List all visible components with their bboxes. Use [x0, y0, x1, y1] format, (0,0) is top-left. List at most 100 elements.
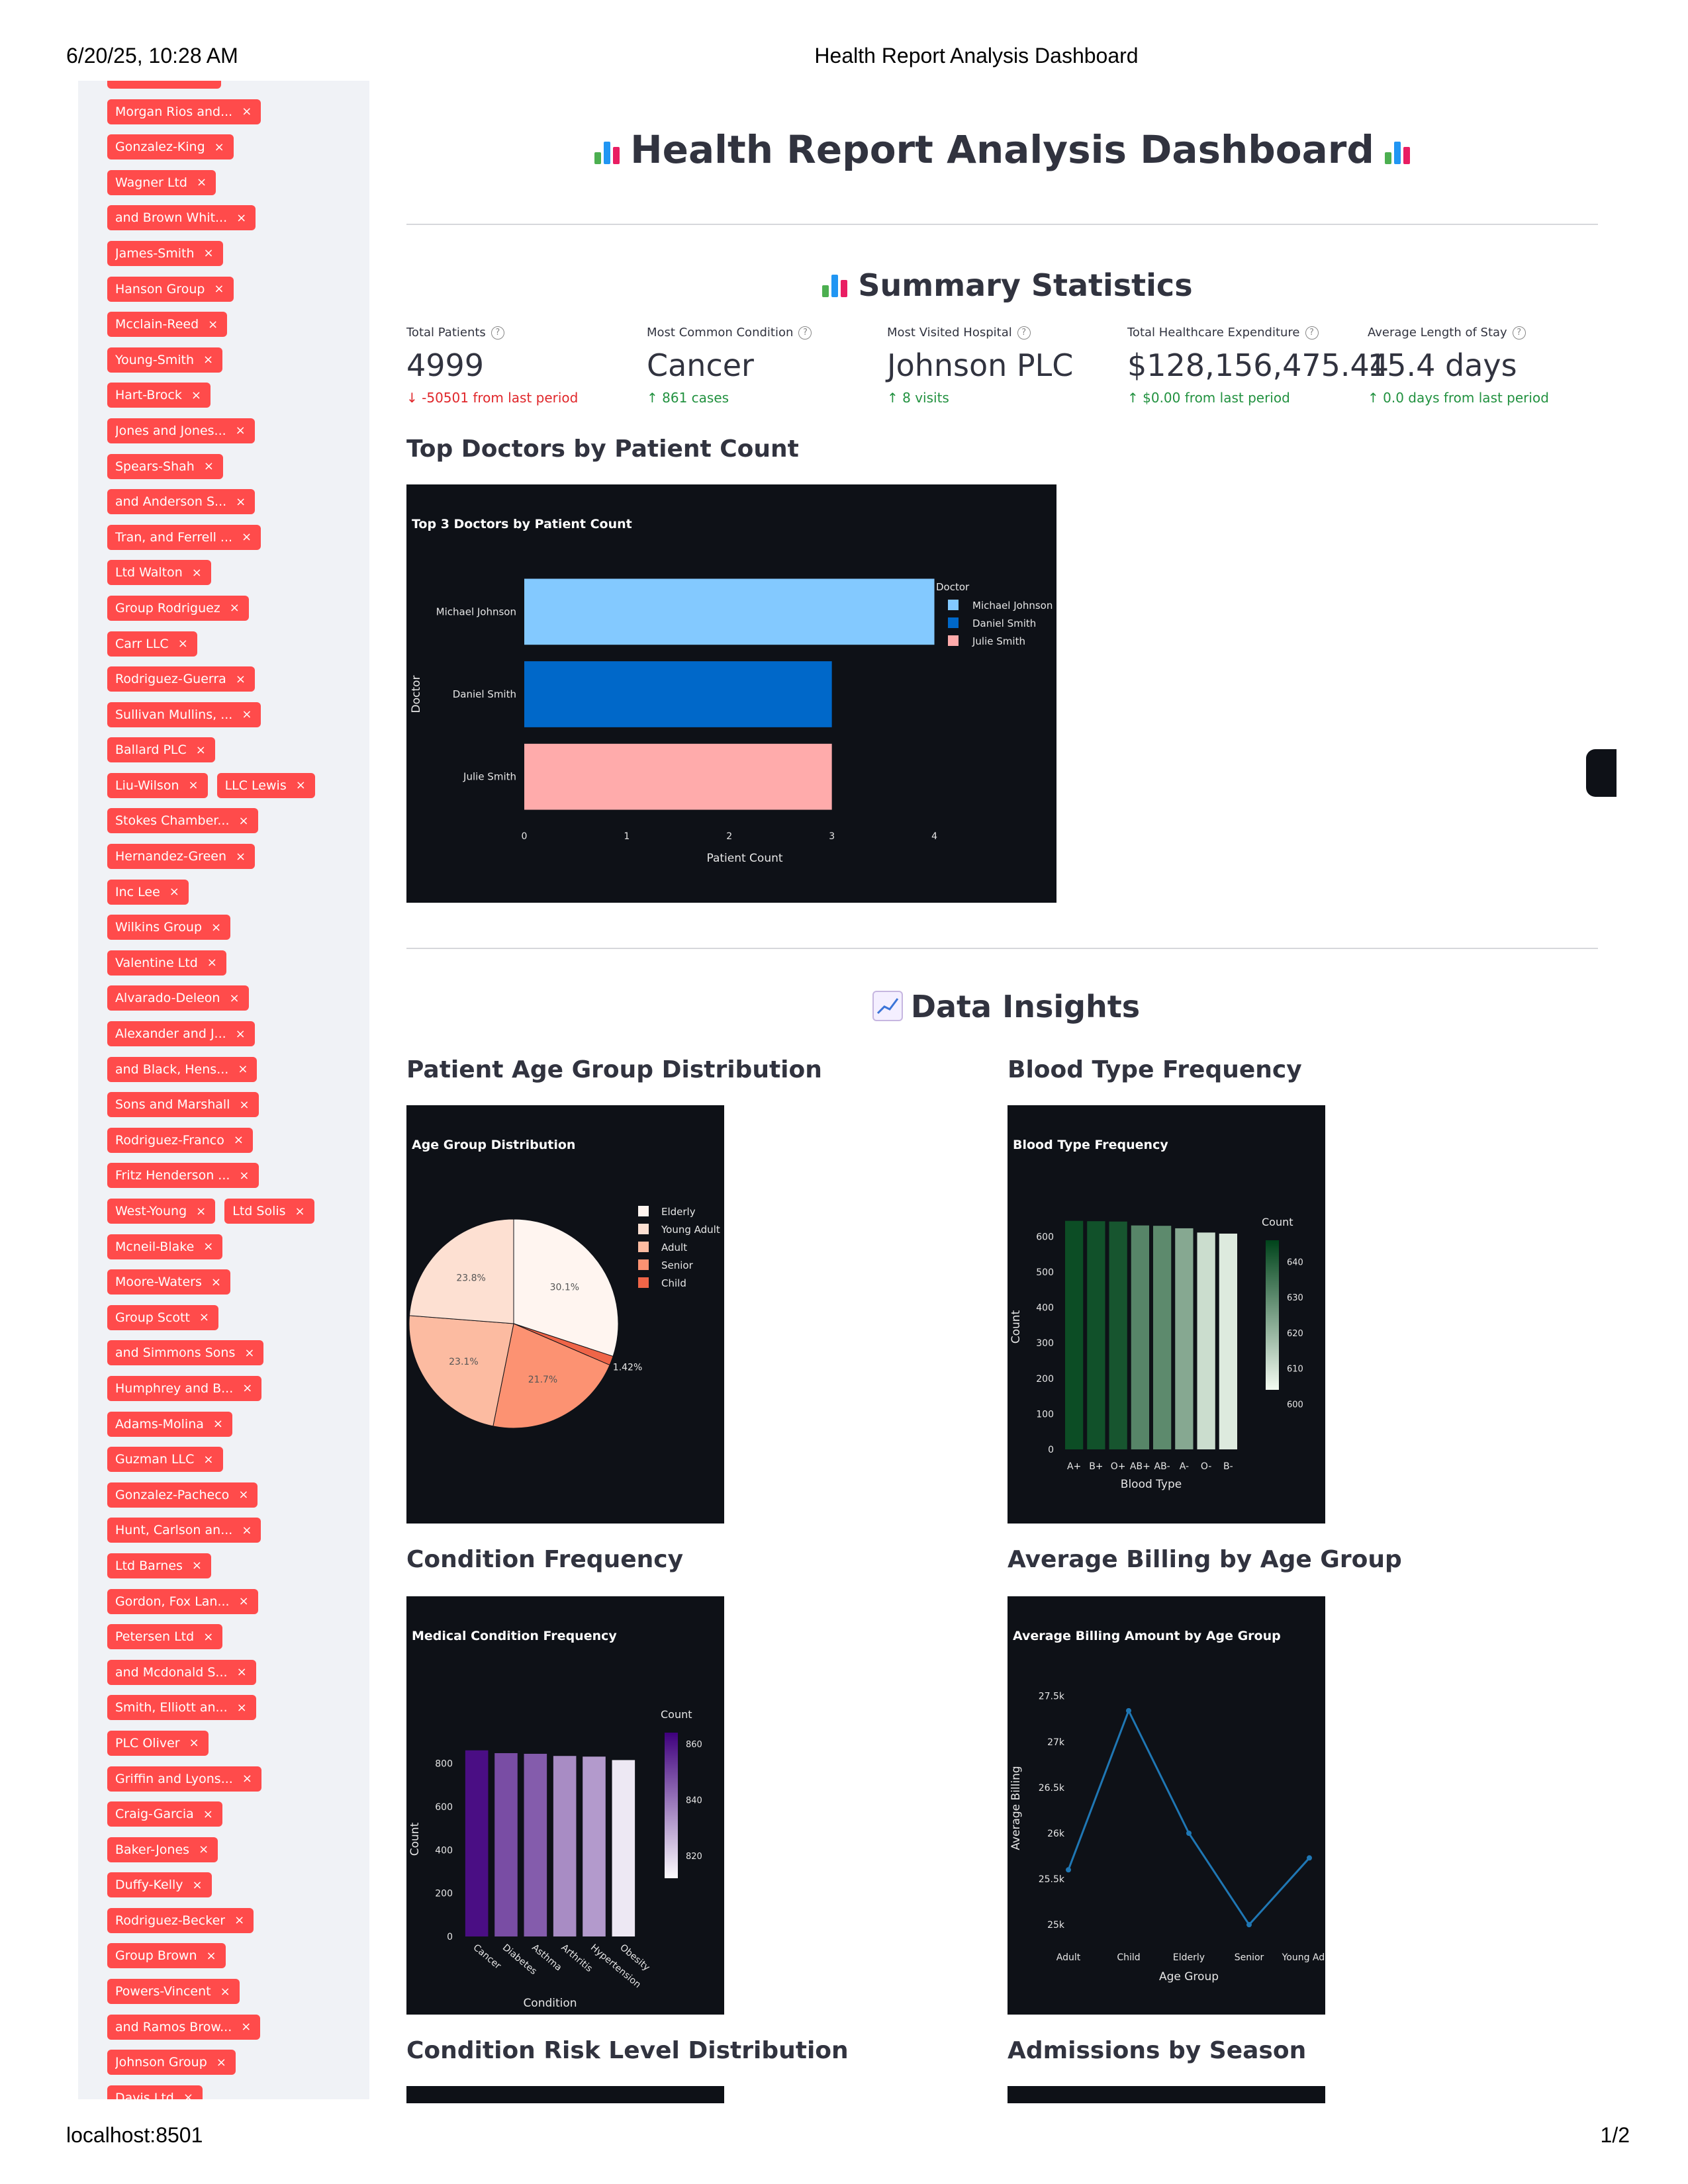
selected-hospital-tag[interactable]: and Anderson S... × — [107, 489, 256, 515]
remove-tag-icon[interactable]: × — [236, 850, 246, 864]
selected-hospital-tag[interactable]: Sons and Marshall × — [107, 1092, 259, 1118]
remove-tag-icon[interactable]: × — [239, 1098, 249, 1112]
selected-hospital-tag[interactable]: Ltd Walton × — [107, 560, 211, 586]
remove-tag-icon[interactable]: × — [242, 1524, 252, 1537]
selected-hospital-tag[interactable]: Craig-Garcia × — [107, 1801, 222, 1827]
selected-hospital-tag[interactable]: Liu-Wilson × — [107, 772, 208, 798]
remove-tag-icon[interactable]: × — [192, 1559, 202, 1572]
remove-tag-icon[interactable]: × — [202, 81, 212, 83]
remove-tag-icon[interactable]: × — [234, 1133, 244, 1147]
selected-hospital-tag[interactable]: Hart-Brock × — [107, 383, 211, 408]
selected-hospital-tag[interactable]: Hunt, Carlson an... × — [107, 1518, 261, 1543]
remove-tag-icon[interactable]: × — [214, 140, 224, 154]
selected-hospital-tag[interactable]: Sullivan Mullins, ... × — [107, 702, 261, 727]
selected-hospital-tag[interactable]: and Mcdonald S... × — [107, 1659, 256, 1685]
remove-tag-icon[interactable]: × — [236, 672, 246, 686]
selected-hospital-tag[interactable]: Powers-Vincent × — [107, 1979, 240, 2005]
selected-hospital-tag[interactable]: Hernandez-Green × — [107, 844, 256, 870]
remove-tag-icon[interactable]: × — [234, 1913, 244, 1927]
remove-tag-icon[interactable]: × — [229, 991, 239, 1005]
help-icon[interactable]: ? — [1512, 326, 1526, 340]
remove-tag-icon[interactable]: × — [213, 1417, 223, 1431]
selected-hospital-tag[interactable]: Valentine Ltd × — [107, 950, 226, 976]
selected-hospital-tag[interactable]: Moore-Waters × — [107, 1269, 230, 1295]
remove-tag-icon[interactable]: × — [196, 743, 206, 757]
selected-hospital-tag[interactable]: Inc Lee × — [107, 879, 189, 905]
selected-hospital-tag[interactable]: Spears-Shah × — [107, 453, 223, 479]
selected-hospital-tag[interactable]: Ltd Solis × — [224, 1199, 314, 1224]
remove-tag-icon[interactable]: × — [193, 1878, 203, 1892]
remove-tag-icon[interactable]: × — [197, 175, 207, 189]
selected-hospital-tag[interactable]: Mcneil-Blake × — [107, 1234, 223, 1259]
selected-hospital-tag[interactable]: Smith, Elliott an... × — [107, 1695, 256, 1721]
remove-tag-icon[interactable]: × — [242, 530, 252, 544]
remove-tag-icon[interactable]: × — [183, 2091, 193, 2099]
selected-hospital-tag[interactable]: Stokes Chamber... × — [107, 808, 258, 834]
remove-tag-icon[interactable]: × — [220, 1985, 230, 1999]
remove-tag-icon[interactable]: × — [196, 1205, 206, 1218]
selected-hospital-tag[interactable]: Wilkins Group × — [107, 915, 231, 940]
selected-hospital-tag[interactable]: Ballard PLC × — [107, 737, 215, 763]
remove-tag-icon[interactable]: × — [207, 1949, 216, 1963]
remove-tag-icon[interactable]: × — [236, 211, 246, 225]
selected-hospital-tag[interactable]: Fritz Henderson ... × — [107, 1163, 259, 1189]
remove-tag-icon[interactable]: × — [236, 1027, 246, 1041]
selected-hospital-tag[interactable]: James-Smith × — [107, 240, 223, 266]
selected-hospital-tag[interactable]: Jones and Jones... × — [107, 418, 255, 443]
selected-hospital-tag[interactable]: Humphrey and B... × — [107, 1375, 262, 1401]
remove-tag-icon[interactable]: × — [236, 424, 246, 437]
selected-hospital-tag[interactable]: Group Brown × — [107, 1943, 226, 1969]
remove-tag-icon[interactable]: × — [216, 2056, 226, 2070]
selected-hospital-tag[interactable]: Ltd Barnes × — [107, 1553, 212, 1578]
remove-tag-icon[interactable]: × — [203, 1630, 213, 1644]
selected-hospital-tag[interactable]: and Brown Whit... × — [107, 205, 256, 231]
selected-hospital-tag[interactable]: Group Rodriguez × — [107, 595, 249, 621]
remove-tag-icon[interactable]: × — [238, 814, 248, 828]
remove-tag-icon[interactable]: × — [239, 1594, 249, 1608]
remove-tag-icon[interactable]: × — [204, 246, 214, 260]
remove-tag-icon[interactable]: × — [238, 1062, 248, 1076]
condition-frequency-bar-chart[interactable]: Medical Condition Frequency Cancer Diabete… — [406, 1596, 724, 2015]
selected-hospital-tag[interactable]: Tran, and Ferrell ... × — [107, 524, 261, 550]
remove-tag-icon[interactable]: × — [199, 1843, 209, 1856]
remove-tag-icon[interactable]: × — [188, 778, 198, 792]
selected-hospital-tag[interactable]: Rodriguez-Becker × — [107, 1907, 254, 1933]
selected-hospital-tag[interactable]: Duffy-Kelly × — [107, 1872, 212, 1898]
remove-tag-icon[interactable]: × — [191, 388, 201, 402]
selected-hospital-tag[interactable]: Guzman LLC × — [107, 1447, 223, 1473]
selected-hospital-tag[interactable]: Griffin and Lyons... × — [107, 1766, 261, 1792]
hospital-multiselect-tags[interactable]: Brown-Yoder×Morgan Rios and...×Gonzalez-… — [107, 81, 369, 2099]
selected-hospital-tag[interactable]: Johnson Group × — [107, 2050, 236, 2075]
selected-hospital-tag[interactable]: LLC Lewis × — [216, 772, 315, 798]
remove-tag-icon[interactable]: × — [239, 1169, 249, 1183]
remove-tag-icon[interactable]: × — [237, 1665, 247, 1679]
selected-hospital-tag[interactable]: Gonzalez-Pacheco × — [107, 1482, 258, 1508]
remove-tag-icon[interactable]: × — [241, 2020, 251, 2034]
remove-tag-icon[interactable]: × — [207, 956, 217, 970]
selected-hospital-tag[interactable]: Adams-Molina × — [107, 1411, 232, 1437]
remove-tag-icon[interactable]: × — [230, 601, 240, 615]
remove-tag-icon[interactable]: × — [214, 282, 224, 296]
remove-tag-icon[interactable]: × — [242, 707, 252, 721]
selected-hospital-tag[interactable]: Morgan Rios and... × — [107, 99, 261, 124]
age-group-pie-chart[interactable]: Age Group Distribution 30.1% 1.42% 21.7% 23.… — [406, 1105, 724, 1524]
selected-hospital-tag[interactable]: Hanson Group × — [107, 276, 234, 302]
remove-tag-icon[interactable]: × — [242, 1772, 252, 1786]
remove-tag-icon[interactable]: × — [211, 921, 221, 934]
help-icon[interactable]: ? — [1305, 326, 1319, 340]
selected-hospital-tag[interactable]: Petersen Ltd × — [107, 1624, 223, 1650]
remove-tag-icon[interactable]: × — [204, 459, 214, 473]
blood-type-bar-chart[interactable]: Blood Type Frequency A+ B+ O+ AB+ AB- A- O- B- 0 1… — [1008, 1105, 1325, 1524]
selected-hospital-tag[interactable]: Rodriguez-Guerra × — [107, 666, 255, 692]
remove-tag-icon[interactable]: × — [244, 1346, 254, 1360]
remove-tag-icon[interactable]: × — [242, 105, 252, 118]
remove-tag-icon[interactable]: × — [189, 1736, 199, 1750]
remove-tag-icon[interactable]: × — [238, 1488, 248, 1502]
selected-hospital-tag[interactable]: Young-Smith × — [107, 347, 223, 373]
selected-hospital-tag[interactable]: Mcclain-Reed × — [107, 312, 228, 338]
billing-line-chart[interactable]: Average Billing Amount by Age Group Adult… — [1008, 1596, 1325, 2015]
remove-tag-icon[interactable]: × — [237, 1701, 247, 1715]
selected-hospital-tag[interactable]: Davis Ltd × — [107, 2085, 203, 2099]
remove-tag-icon[interactable]: × — [169, 885, 179, 899]
selected-hospital-tag[interactable]: Alexander and J... × — [107, 1021, 255, 1047]
